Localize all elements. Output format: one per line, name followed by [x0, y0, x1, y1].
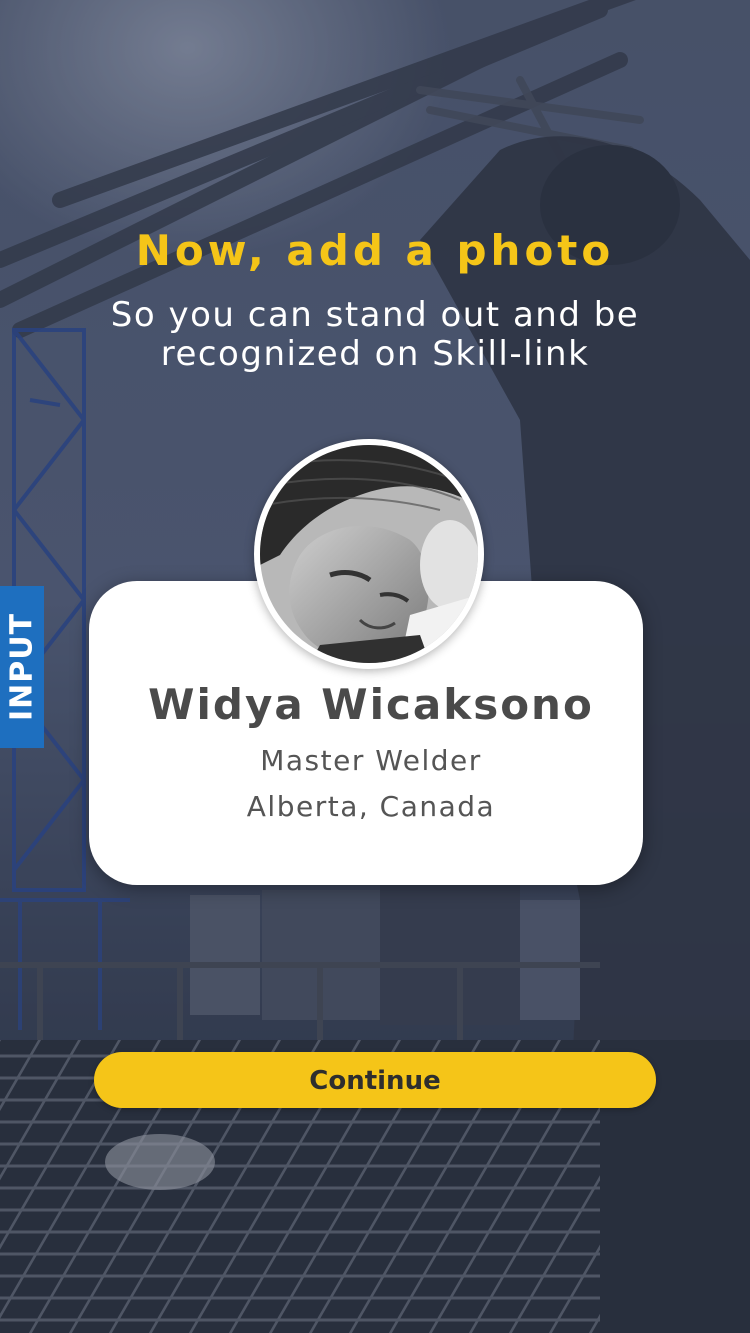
profile-photo-icon	[260, 445, 478, 663]
profile-role: Master Welder	[260, 744, 482, 777]
input-side-tab-label: INPUT	[4, 612, 40, 722]
photo-upload-screen: Now, add a photo So you can stand out an…	[0, 0, 750, 1333]
profile-location: Alberta, Canada	[246, 790, 496, 823]
avatar[interactable]	[254, 439, 484, 669]
page-title: Now, add a photo	[135, 226, 615, 275]
profile-name: Widya Wicaksono	[148, 680, 594, 729]
page-subtitle: So you can stand out and be recognized o…	[110, 295, 640, 374]
continue-button[interactable]: Continue	[94, 1052, 656, 1108]
